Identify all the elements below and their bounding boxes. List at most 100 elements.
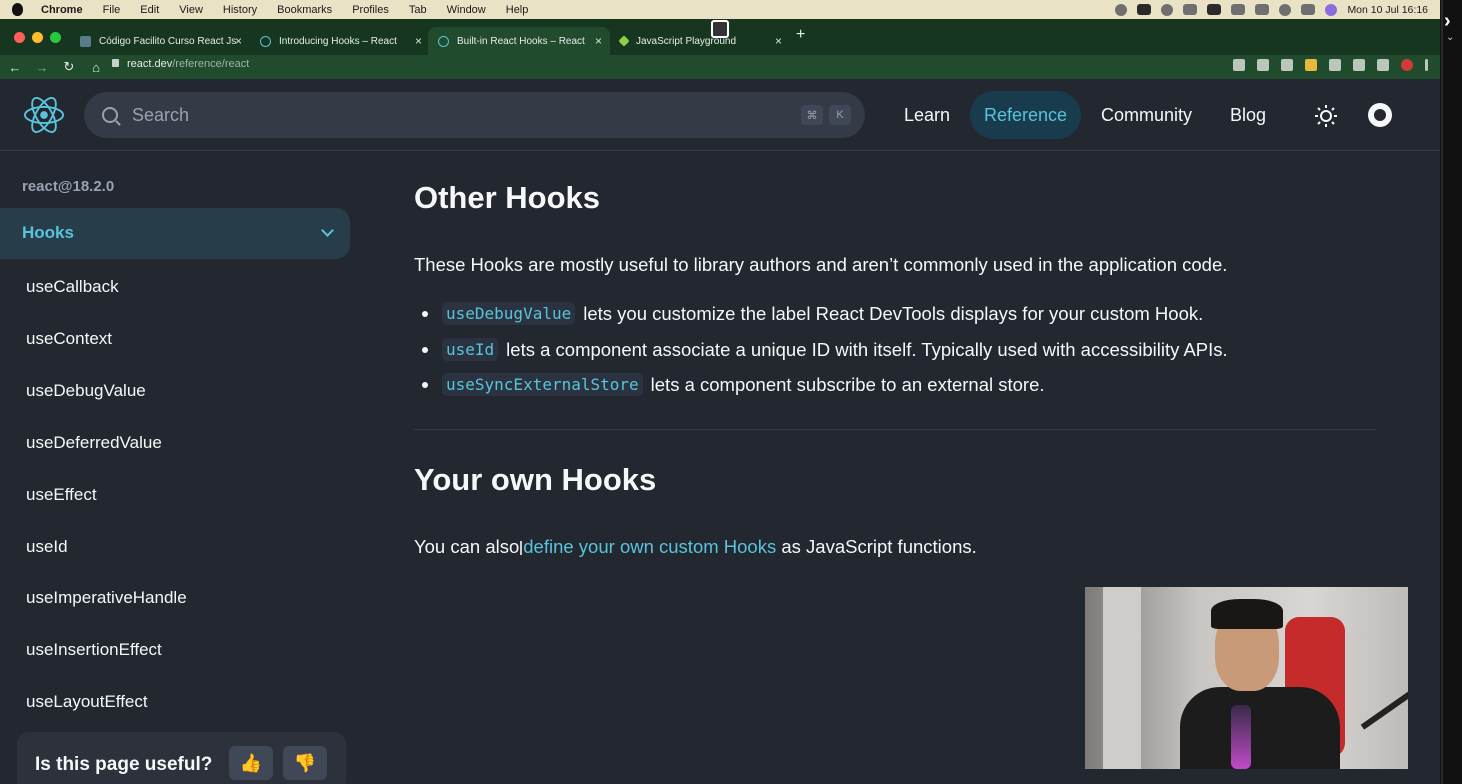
chevron-down-icon	[321, 224, 334, 237]
menu-window[interactable]: Window	[447, 4, 486, 16]
thumbs-up-icon[interactable]: 👍	[229, 746, 273, 780]
nav-blog[interactable]: Blog	[1216, 91, 1280, 139]
sidebar-item-usedebugvalue[interactable]: useDebugValue	[26, 381, 146, 401]
codigo-facilito-favicon-icon	[80, 35, 91, 47]
section-divider	[414, 429, 1376, 430]
chevron-right-icon[interactable]: ›	[1444, 10, 1451, 33]
react-favicon-icon	[438, 35, 449, 47]
menu-view[interactable]: View	[179, 4, 203, 16]
react-logo-icon[interactable]	[20, 94, 68, 136]
new-tab-button[interactable]: +	[796, 26, 805, 44]
apple-icon[interactable]	[12, 3, 23, 16]
bluetooth-icon[interactable]	[1183, 4, 1198, 15]
right-edge-strip: › ⌄	[1440, 0, 1462, 784]
menu-bookmarks[interactable]: Bookmarks	[277, 4, 332, 16]
keyboard-input-icon[interactable]	[1207, 4, 1222, 15]
picture-in-picture-icon[interactable]	[711, 20, 729, 38]
mic-arm	[1360, 690, 1408, 730]
battery-icon[interactable]	[1231, 4, 1246, 15]
sidebar-item-useeffect[interactable]: useEffect	[26, 485, 97, 505]
sidebar-item-usedeferredvalue[interactable]: useDeferredValue	[26, 433, 162, 453]
bookmark-star-icon[interactable]	[1281, 59, 1293, 71]
heading-your-own-hooks: Your own Hooks	[414, 462, 657, 497]
menu-edit[interactable]: Edit	[140, 4, 159, 16]
react-favicon-icon	[260, 35, 271, 47]
chevron-down-icon[interactable]: ⌄	[1446, 32, 1454, 43]
side-panel-icon[interactable]	[1377, 59, 1389, 71]
menu-chrome[interactable]: Chrome	[41, 4, 83, 16]
zoom-window-button[interactable]	[50, 32, 61, 43]
menu-tab[interactable]: Tab	[409, 4, 427, 16]
github-icon[interactable]	[1368, 103, 1392, 127]
page-scrollbar[interactable]	[1441, 0, 1443, 784]
home-button[interactable]: ⌂	[84, 60, 108, 75]
list-item: useSyncExternalStore lets a component su…	[422, 373, 1045, 396]
menu-file[interactable]: File	[103, 4, 121, 16]
text-cursor-icon	[520, 541, 523, 556]
minimize-window-button[interactable]	[32, 32, 43, 43]
tab-javascript-playground[interactable]: JavaScript Playground ×	[610, 27, 790, 55]
tab-strip: Código Facilito Curso React Js × Introdu…	[0, 19, 1440, 55]
share-icon[interactable]	[1257, 59, 1269, 71]
sidebar-item-usecontext[interactable]: useContext	[26, 329, 112, 349]
sidebar-item-useid[interactable]: useId	[26, 537, 68, 557]
lock-icon[interactable]	[112, 59, 119, 67]
reading-list-icon[interactable]	[1353, 59, 1365, 71]
menu-history[interactable]: History	[223, 4, 257, 16]
theme-toggle-icon[interactable]	[1314, 104, 1338, 128]
menu-help[interactable]: Help	[506, 4, 529, 16]
notification-icon[interactable]	[1137, 4, 1152, 15]
bullet-icon	[422, 381, 428, 388]
list-item-text: lets a component subscribe to an externa…	[650, 373, 1045, 395]
headphones-icon[interactable]	[1161, 3, 1174, 16]
extensions-puzzle-icon[interactable]	[1329, 59, 1341, 71]
screen-record-icon[interactable]	[1115, 3, 1128, 16]
more-menu-icon[interactable]	[1425, 59, 1428, 71]
tab-introducing-hooks[interactable]: Introducing Hooks – React ×	[250, 27, 430, 55]
sidebar-item-useimperativehandle[interactable]: useImperativeHandle	[26, 588, 187, 608]
sidebar-section-hooks[interactable]: Hooks	[0, 208, 350, 259]
nav-learn[interactable]: Learn	[890, 91, 964, 139]
code-usedebugvalue-link[interactable]: useDebugValue	[442, 302, 576, 325]
playground-favicon-icon	[618, 35, 630, 47]
custom-hooks-link[interactable]: define your own custom Hooks	[523, 536, 776, 557]
shortcut-k-key: K	[829, 105, 851, 125]
tab-title: Código Facilito Curso React Js	[99, 35, 237, 47]
close-tab-icon[interactable]: ×	[235, 34, 242, 48]
tab-codigo-facilito[interactable]: Código Facilito Curso React Js ×	[70, 27, 250, 55]
profile-avatar[interactable]	[1401, 59, 1413, 71]
search-input[interactable]: Search ⌘ K	[84, 92, 865, 138]
code-usesyncexternalstore-link[interactable]: useSyncExternalStore	[442, 373, 643, 396]
back-button[interactable]: ←	[3, 60, 27, 75]
close-tab-icon[interactable]: ×	[595, 34, 602, 48]
control-center-icon[interactable]	[1301, 4, 1316, 15]
menu-profiles[interactable]: Profiles	[352, 4, 389, 16]
close-tab-icon[interactable]: ×	[775, 34, 782, 48]
forward-button[interactable]: →	[30, 60, 54, 75]
nav-community[interactable]: Community	[1087, 91, 1206, 139]
version-label: react@18.2.0	[22, 178, 115, 195]
list-item-text: lets a component associate a unique ID w…	[506, 338, 1228, 360]
reload-button[interactable]: ↻	[57, 59, 81, 75]
close-tab-icon[interactable]: ×	[415, 34, 422, 48]
wifi-icon[interactable]	[1255, 4, 1270, 15]
webcam-overlay	[1085, 587, 1408, 769]
webcam-presenter-body	[1180, 687, 1340, 769]
sidebar-item-usecallback[interactable]: useCallback	[26, 277, 119, 297]
url-domain: react.dev	[127, 58, 173, 70]
spotlight-icon[interactable]	[1279, 3, 1292, 16]
sidebar-item-uselayouteffect[interactable]: useLayoutEffect	[26, 692, 148, 712]
search-icon	[102, 107, 118, 123]
nav-reference[interactable]: Reference	[970, 91, 1082, 139]
address-bar[interactable]: react.dev/reference/react	[112, 58, 249, 70]
extension-icon[interactable]	[1305, 59, 1317, 71]
code-useid-link[interactable]: useId	[442, 338, 499, 361]
clock[interactable]: Mon 10 Jul 16:16	[1347, 4, 1428, 16]
own-hooks-prefix: You can also	[414, 536, 520, 557]
tab-built-in-hooks[interactable]: Built-in React Hooks – React ×	[428, 27, 610, 55]
zoom-icon[interactable]	[1233, 59, 1245, 71]
thumbs-down-icon[interactable]: 👎	[283, 746, 327, 780]
sidebar-item-useinsertioneffect[interactable]: useInsertionEffect	[26, 640, 162, 660]
siri-icon[interactable]	[1325, 3, 1338, 16]
close-window-button[interactable]	[14, 32, 25, 43]
